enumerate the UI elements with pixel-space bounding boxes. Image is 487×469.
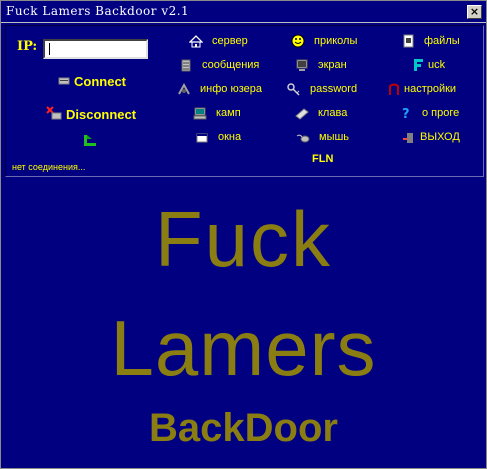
menu-label: клава <box>318 107 348 119</box>
ip-input[interactable] <box>43 39 148 59</box>
menu-messages[interactable]: сообщения <box>178 57 259 73</box>
menu-user-info[interactable]: инфо юзера <box>176 81 262 97</box>
user-info-icon <box>176 82 192 96</box>
menu-label: окна <box>218 131 242 143</box>
menu-about[interactable]: ? о проге <box>398 105 459 121</box>
menu-screen[interactable]: экран <box>294 57 347 73</box>
menu-keyboard[interactable]: клава <box>294 105 347 121</box>
smiley-icon <box>290 34 306 48</box>
menu-label: password <box>310 83 358 95</box>
computer-icon <box>192 106 208 120</box>
connection-status: нет соединения... <box>12 162 86 172</box>
menu-jokes[interactable]: приколы <box>290 33 357 49</box>
banner-line-2: Lamers <box>110 304 377 392</box>
menu-label: сообщения <box>202 59 260 71</box>
disconnect-label: Disconnect <box>66 107 137 122</box>
menu-exit[interactable]: ВЫХОД <box>400 129 460 145</box>
disconnect-button[interactable]: Disconnect <box>46 106 136 123</box>
close-button[interactable]: × <box>467 5 482 19</box>
menu-label: приколы <box>314 35 358 47</box>
keys-icon <box>286 82 302 96</box>
help-icon: ? <box>398 106 414 120</box>
menu-label: файлы <box>424 35 460 47</box>
menu-label: сервер <box>212 35 248 47</box>
svg-text:?: ? <box>402 107 410 120</box>
fln-label: FLN <box>312 153 334 165</box>
menu-computer[interactable]: камп <box>192 105 241 121</box>
menu-label: камп <box>216 107 241 119</box>
window-icon <box>194 130 210 144</box>
control-panel: IP: Connect Disconnect нет соединения...… <box>5 25 484 177</box>
menu-password[interactable]: password <box>286 81 357 97</box>
menu-label: настройки <box>404 83 457 95</box>
title-bar[interactable]: Fuck Lamers Backdoor v2.1 × <box>1 1 486 23</box>
keyboard-icon <box>294 106 310 120</box>
menu-label: инфо юзера <box>200 83 262 95</box>
menu-label: экран <box>318 59 347 71</box>
banner-line-3: BackDoor <box>149 406 338 450</box>
settings-icon <box>386 82 402 96</box>
menu-label: о проге <box>422 107 460 119</box>
menu-files[interactable]: файлы <box>400 33 460 49</box>
home-icon <box>188 34 204 48</box>
menu-settings[interactable]: настройки <box>386 81 456 97</box>
connect-label: Connect <box>74 74 126 89</box>
window-title: Fuck Lamers Backdoor v2.1 <box>6 4 190 18</box>
menu-fuck[interactable]: uck <box>410 57 445 73</box>
menu-mouse[interactable]: мышь <box>295 129 349 145</box>
files-icon <box>400 34 416 48</box>
monitor-icon <box>294 58 310 72</box>
menu-windows[interactable]: окна <box>194 129 241 145</box>
connect-icon <box>58 74 70 89</box>
banner-line-1: Fuck <box>154 195 333 283</box>
menu-server[interactable]: сервер <box>188 33 248 49</box>
f-letter-icon <box>410 58 426 72</box>
mouse-icon <box>295 130 311 144</box>
disconnect-icon <box>46 106 62 123</box>
exit-icon <box>400 130 416 144</box>
text-cursor <box>49 43 50 55</box>
messages-icon <box>178 58 194 72</box>
back-arrow-icon[interactable] <box>83 134 99 153</box>
ip-label: IP: <box>17 39 38 54</box>
connect-button[interactable]: Connect <box>58 74 126 89</box>
menu-label: мышь <box>319 131 350 143</box>
menu-label: uck <box>428 59 446 71</box>
menu-label: ВЫХОД <box>420 131 460 143</box>
app-window: Fuck Lamers Backdoor v2.1 × IP: Connect … <box>0 0 487 469</box>
